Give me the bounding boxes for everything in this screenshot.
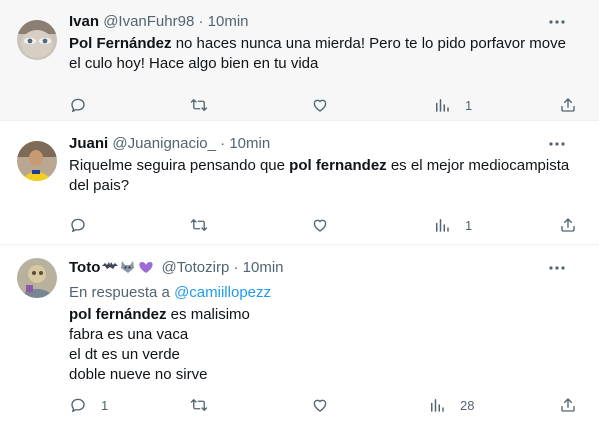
views-count: 1	[465, 97, 473, 113]
tweet-line: doble nueve no sirve	[69, 366, 208, 383]
handle[interactable]: @Totozirp	[162, 259, 230, 276]
more-icon[interactable]	[547, 134, 567, 154]
tweet-line: Riquelme seguira pensando que pol fernan…	[69, 157, 570, 174]
bat-icon	[102, 262, 119, 269]
views-button[interactable]: 1	[433, 95, 472, 115]
tweet-actions: 1	[0, 95, 599, 115]
reply-icon	[69, 216, 87, 234]
handle[interactable]: @IvanFuhr98	[103, 13, 194, 30]
mention-text: pol fernández	[69, 306, 167, 323]
timestamp[interactable]: 10min	[243, 259, 284, 276]
tweet-header: Ivan @IvanFuhr98 · 10min	[69, 12, 585, 32]
separator: ·	[220, 135, 226, 152]
views-icon	[428, 396, 446, 414]
display-name[interactable]: Toto	[69, 259, 100, 276]
separator: ·	[233, 259, 239, 276]
share-icon	[559, 396, 577, 414]
tweet-line: del pais?	[69, 177, 130, 194]
views-icon	[433, 216, 451, 234]
retweet-icon	[190, 216, 208, 234]
display-name[interactable]: Juani	[69, 135, 108, 152]
like-icon	[311, 396, 329, 414]
reply-context: En respuesta a @camiillopezz	[69, 284, 271, 301]
like-button[interactable]	[311, 95, 343, 115]
more-icon[interactable]	[547, 12, 567, 32]
retweet-icon	[190, 396, 208, 414]
reply-icon	[69, 96, 87, 114]
tweet-header: Toto @Totozirp · 10min	[69, 258, 585, 281]
wolf-icon	[121, 261, 135, 273]
retweet-icon	[190, 96, 208, 114]
tweet-actions: 1 28	[0, 395, 599, 415]
reply-button[interactable]	[69, 95, 101, 115]
purple-heart-icon	[139, 262, 154, 273]
like-button[interactable]	[311, 215, 343, 235]
views-button[interactable]: 1	[433, 215, 472, 235]
reply-icon	[69, 396, 87, 414]
tweet-line: el dt es un verde	[69, 346, 180, 363]
timestamp[interactable]: 10min	[229, 135, 270, 152]
tweet-actions: 1	[0, 215, 599, 235]
share-icon	[559, 216, 577, 234]
tweet-line: el culo hoy! Hace algo bien en tu vida	[69, 55, 319, 72]
share-button[interactable]	[559, 95, 577, 115]
mention-text: Pol Fernández	[69, 35, 172, 52]
avatar[interactable]	[17, 20, 57, 60]
tweet-text: Pol Fernández no haces nunca una mierda!…	[69, 34, 585, 74]
tweet-text: pol fernández es malisimo fabra es una v…	[69, 305, 585, 385]
like-icon	[311, 216, 329, 234]
avatar[interactable]	[17, 258, 57, 298]
display-name[interactable]: Ivan	[69, 13, 99, 30]
tweet-toto[interactable]: Toto @Totozirp · 10min En respuesta a @c…	[0, 246, 599, 428]
reply-count: 1	[101, 397, 109, 413]
name-emojis	[101, 258, 157, 281]
more-icon[interactable]	[547, 258, 567, 278]
tweet-text: Riquelme seguira pensando que pol fernan…	[69, 156, 585, 196]
share-button[interactable]	[559, 395, 577, 415]
reply-button[interactable]: 1	[69, 395, 108, 415]
avatar[interactable]	[17, 141, 57, 181]
reply-button[interactable]	[69, 215, 101, 235]
views-count: 28	[460, 397, 475, 413]
share-button[interactable]	[559, 215, 577, 235]
tweet-ivan[interactable]: Ivan @IvanFuhr98 · 10min Pol Fernández n…	[0, 0, 599, 121]
tweet-line: Pol Fernández no haces nunca una mierda!…	[69, 35, 566, 52]
like-button[interactable]	[311, 395, 343, 415]
like-icon	[311, 96, 329, 114]
retweet-button[interactable]	[190, 395, 222, 415]
retweet-button[interactable]	[190, 215, 222, 235]
views-count: 1	[465, 217, 473, 233]
tweet-juani[interactable]: Juani @Juanignacio_ · 10min Riquelme seg…	[0, 122, 599, 245]
retweet-button[interactable]	[190, 95, 222, 115]
reply-to-link[interactable]: @camiillopezz	[174, 284, 271, 301]
handle[interactable]: @Juanignacio_	[112, 135, 216, 152]
tweet-header: Juani @Juanignacio_ · 10min	[69, 134, 585, 154]
views-button[interactable]: 28	[428, 395, 474, 415]
separator: ·	[198, 13, 204, 30]
mention-text: pol fernandez	[289, 157, 387, 174]
share-icon	[559, 96, 577, 114]
views-icon	[433, 96, 451, 114]
timestamp[interactable]: 10min	[208, 13, 249, 30]
tweet-line: fabra es una vaca	[69, 326, 189, 343]
tweet-line: pol fernández es malisimo	[69, 306, 250, 323]
